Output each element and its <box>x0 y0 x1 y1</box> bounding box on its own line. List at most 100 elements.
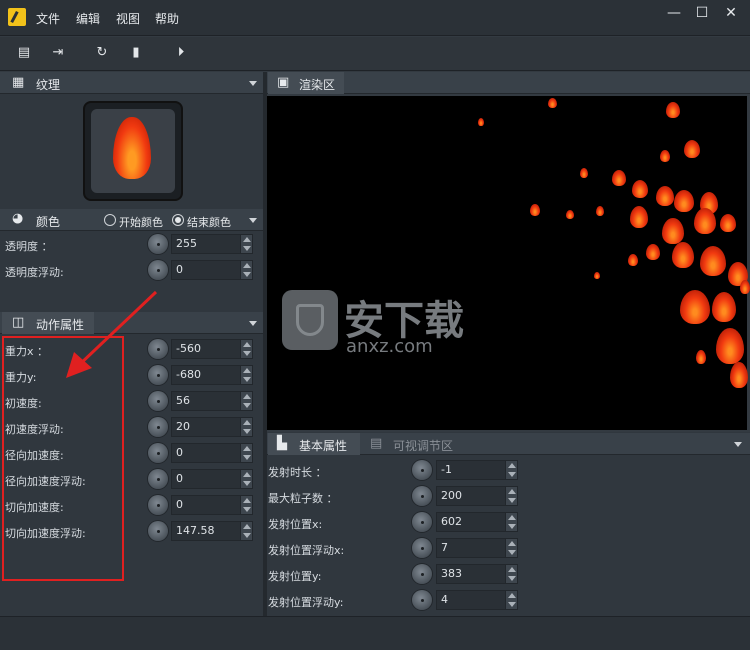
motion-row-stepper[interactable] <box>240 443 253 463</box>
motion-row-knob[interactable] <box>148 495 168 515</box>
flame-particle <box>478 118 484 126</box>
export-icon[interactable]: ⇥ <box>48 44 68 62</box>
motion-row-knob[interactable] <box>148 443 168 463</box>
play-icon[interactable]: ⏵ <box>171 44 191 62</box>
motion-row-knob[interactable] <box>148 417 168 437</box>
chevron-down-icon[interactable] <box>249 218 257 223</box>
flame-particle <box>672 242 694 268</box>
menu-file[interactable]: 文件 <box>36 10 60 27</box>
close-button[interactable]: ✕ <box>720 4 742 22</box>
basic-row-stepper[interactable] <box>505 512 518 532</box>
watermark-shield-icon <box>282 290 338 350</box>
motion-row-stepper[interactable] <box>240 417 253 437</box>
watermark-domain: anxz.com <box>346 336 433 357</box>
basic-row-knob[interactable] <box>412 512 432 532</box>
basic-row-knob[interactable] <box>412 590 432 610</box>
flame-particle <box>700 246 726 276</box>
basic-row-input[interactable]: 4 <box>436 590 506 610</box>
opacity-float-label: 透明度浮动: <box>5 266 64 279</box>
basic-row-stepper[interactable] <box>505 538 518 558</box>
texture-panel-title: 纹理 <box>36 78 61 92</box>
menu-view[interactable]: 视图 <box>116 10 140 27</box>
opacity-input[interactable]: 255 <box>171 234 241 254</box>
maximize-button[interactable]: ☐ <box>691 4 713 22</box>
opacity-float-knob[interactable] <box>148 260 168 280</box>
basic-row-knob[interactable] <box>412 538 432 558</box>
motion-row-input[interactable]: 0 <box>171 469 241 489</box>
motion-row-knob[interactable] <box>148 391 168 411</box>
tab-visual[interactable]: 可视调节区 <box>393 437 453 454</box>
motion-row-stepper[interactable] <box>240 365 253 385</box>
opacity-stepper[interactable] <box>240 234 253 254</box>
minimize-button[interactable]: — <box>663 4 685 22</box>
motion-row-input[interactable]: 20 <box>171 417 241 437</box>
basic-row-input[interactable]: -1 <box>436 460 506 480</box>
tab-basic-label: 基本属性 <box>299 439 348 453</box>
basic-row-stepper[interactable] <box>505 564 518 584</box>
status-bar <box>0 616 750 650</box>
flame-particle <box>632 180 648 198</box>
flame-particle <box>566 210 574 219</box>
motion-row-input[interactable]: 147.58 <box>171 521 241 541</box>
fit-icon[interactable]: ▮ <box>126 44 146 62</box>
motion-row-stepper[interactable] <box>240 495 253 515</box>
flame-particle <box>646 244 660 260</box>
basic-row-stepper[interactable] <box>505 590 518 610</box>
basic-row-input[interactable]: 200 <box>436 486 506 506</box>
menu-help[interactable]: 帮助 <box>155 10 179 27</box>
basic-row-label: 发射位置x: <box>268 518 323 531</box>
flame-particle <box>716 328 744 364</box>
end-color-radio[interactable] <box>172 214 184 226</box>
basic-row-input[interactable]: 7 <box>436 538 506 558</box>
flame-particle <box>720 214 736 232</box>
opacity-float-stepper[interactable] <box>240 260 253 280</box>
opacity-label: 透明度 ： <box>5 240 53 253</box>
app-logo-icon <box>8 8 26 26</box>
basic-row-stepper[interactable] <box>505 460 518 480</box>
basic-row-label: 发射位置y: <box>268 570 322 583</box>
motion-row-stepper[interactable] <box>240 521 253 541</box>
monitor-icon: ◫ <box>12 315 25 330</box>
motion-row-stepper[interactable] <box>240 469 253 489</box>
texture-preview[interactable] <box>83 101 183 201</box>
motion-row-input[interactable]: 0 <box>171 443 241 463</box>
new-file-icon[interactable]: ▤ <box>14 44 34 62</box>
chevron-down-icon[interactable] <box>734 442 742 447</box>
refresh-icon[interactable]: ↻ <box>92 44 112 62</box>
motion-row-stepper[interactable] <box>240 339 253 359</box>
title-bar <box>0 0 750 36</box>
motion-row-knob[interactable] <box>148 469 168 489</box>
motion-row-stepper[interactable] <box>240 391 253 411</box>
flame-particle <box>684 140 700 158</box>
visual-adjust-icon: ▤ <box>370 436 383 451</box>
start-color-radio[interactable] <box>104 214 116 226</box>
color-panel-title: 颜色 <box>36 215 61 229</box>
flame-particle <box>712 292 736 322</box>
flame-particle <box>628 254 638 266</box>
basic-row-input[interactable]: 602 <box>436 512 506 532</box>
motion-row-input[interactable]: 0 <box>171 495 241 515</box>
chevron-down-icon[interactable] <box>249 81 257 86</box>
basic-row-input[interactable]: 383 <box>436 564 506 584</box>
chevron-down-icon[interactable] <box>249 321 257 326</box>
flame-particle <box>666 102 680 118</box>
basic-row-stepper[interactable] <box>505 486 518 506</box>
motion-row-input[interactable]: -680 <box>171 365 241 385</box>
motion-row-input[interactable]: 56 <box>171 391 241 411</box>
flame-particle <box>730 362 748 388</box>
grid-icon: ▦ <box>12 75 25 90</box>
basic-row-knob[interactable] <box>412 460 432 480</box>
flame-particle <box>660 150 670 162</box>
basic-row-knob[interactable] <box>412 564 432 584</box>
opacity-float-input[interactable]: 0 <box>171 260 241 280</box>
menu-edit[interactable]: 编辑 <box>76 10 100 27</box>
flame-particle <box>612 170 626 186</box>
monitor-icon: ▣ <box>277 75 290 90</box>
start-color-label: 开始颜色 <box>119 216 163 229</box>
motion-row-knob[interactable] <box>148 521 168 541</box>
render-canvas[interactable] <box>267 96 750 430</box>
opacity-knob[interactable] <box>148 234 168 254</box>
motion-row-input[interactable]: -560 <box>171 339 241 359</box>
basic-row-knob[interactable] <box>412 486 432 506</box>
flame-particle <box>694 208 716 234</box>
